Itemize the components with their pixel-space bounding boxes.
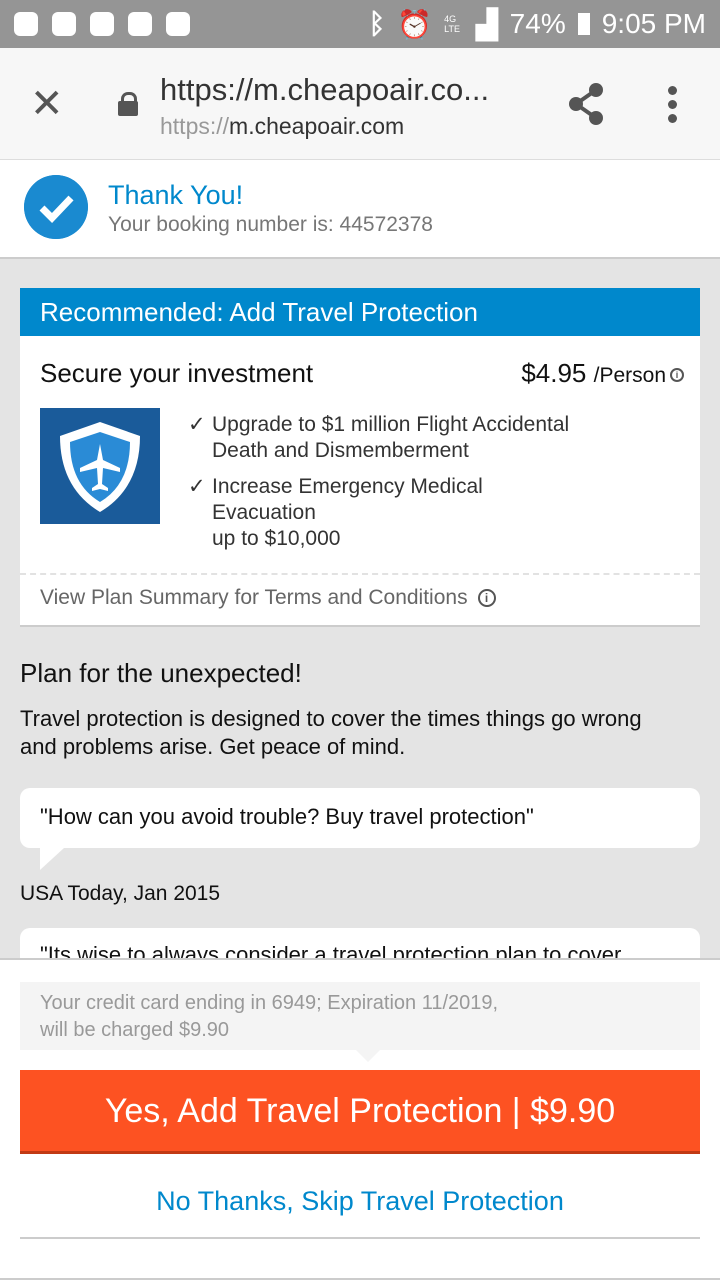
section-body: Travel protection is designed to cover t… (20, 706, 642, 759)
galaxy-icon (52, 12, 76, 36)
lock-icon[interactable] (118, 92, 138, 116)
benefit-text: Death and Dismemberment (212, 439, 469, 462)
share-icon[interactable] (566, 82, 606, 126)
price-unit: /Person (593, 364, 666, 387)
browser-toolbar: ✕ https://m.cheapoair.co... https://m.ch… (0, 48, 720, 160)
divider (20, 1237, 700, 1239)
info-icon[interactable]: i (477, 589, 496, 608)
screen-time-icon (128, 12, 152, 36)
info-icon[interactable]: i (670, 368, 684, 383)
page-title[interactable]: https://m.cheapoair.co... (160, 72, 489, 108)
battery-level: 74% (509, 8, 566, 39)
offer-headline: Secure your investment (40, 358, 314, 388)
benefit-2: ✓ Increase Emergency Medical Evacuation up … (188, 474, 483, 552)
price-value: $4.95 (521, 358, 587, 388)
booking-number: Your booking number is: 44572378 (108, 213, 433, 236)
divider (20, 573, 700, 575)
benefit-1: ✓ Upgrade to $1 million Flight Accidental… (188, 412, 569, 464)
offer-price: $4.95 /Person i (521, 358, 684, 389)
check-mark-icon: ✓ (188, 413, 206, 436)
battery-icon (577, 13, 590, 35)
add-protection-button[interactable]: Yes, Add Travel Protection | $9.90 (20, 1070, 700, 1154)
benefit-text: up to $10,000 (212, 527, 341, 550)
terms-text: View Plan Summary for Terms and Conditio… (40, 586, 468, 609)
cleaner-icon (90, 12, 114, 36)
alarm-icon: ⏰ (397, 8, 433, 40)
signal-icon: ▟ (476, 8, 498, 40)
network-icon: 4G LTE (444, 14, 460, 34)
more-menu-icon[interactable] (668, 86, 678, 128)
testimonial-quote: "How can you avoid trouble? Buy travel p… (20, 788, 700, 870)
section-heading: Plan for the unexpected! (20, 658, 302, 688)
messages-icon (14, 12, 38, 36)
thank-you-title: Thank You! (108, 180, 244, 210)
shield-plane-icon (40, 408, 160, 524)
charge-line: Your credit card ending in 6949; Expirat… (40, 992, 499, 1014)
check-icon (24, 175, 88, 239)
skip-protection-link[interactable]: No Thanks, Skip Travel Protection (20, 1186, 700, 1217)
check-mark-icon: ✓ (188, 475, 206, 498)
url-host: m.cheapoair.com (229, 113, 405, 139)
benefit-text: Increase Emergency Medical (212, 475, 483, 498)
notification-icons (14, 12, 190, 36)
quote-source: USA Today, Jan 2015 (20, 882, 221, 905)
clock: 9:05 PM (601, 8, 706, 39)
travel-protection-card: Recommended: Add Travel Protection Secur… (20, 288, 700, 627)
benefit-text: Upgrade to $1 million Flight Accidental (212, 413, 570, 436)
close-icon[interactable]: ✕ (30, 84, 64, 124)
status-bar: ᛒ ⏰ 4G LTE ▟ 74% 9:05 PM (0, 0, 720, 48)
benefit-text: Evacuation (212, 501, 316, 524)
charge-line: will be charged $9.90 (40, 1019, 230, 1041)
charge-notice: Your credit card ending in 6949; Expirat… (20, 982, 700, 1062)
url-scheme: https:// (160, 113, 230, 139)
confirmation-banner: Thank You! Your booking number is: 44572… (0, 160, 720, 259)
email-icon (166, 12, 190, 36)
checkout-footer: Your credit card ending in 6949; Expirat… (0, 958, 720, 1280)
url[interactable]: https://m.cheapoair.com (160, 113, 404, 140)
terms-link[interactable]: View Plan Summary for Terms and Conditio… (40, 586, 496, 610)
card-header: Recommended: Add Travel Protection (20, 288, 700, 336)
bluetooth-icon: ᛒ (368, 8, 386, 39)
